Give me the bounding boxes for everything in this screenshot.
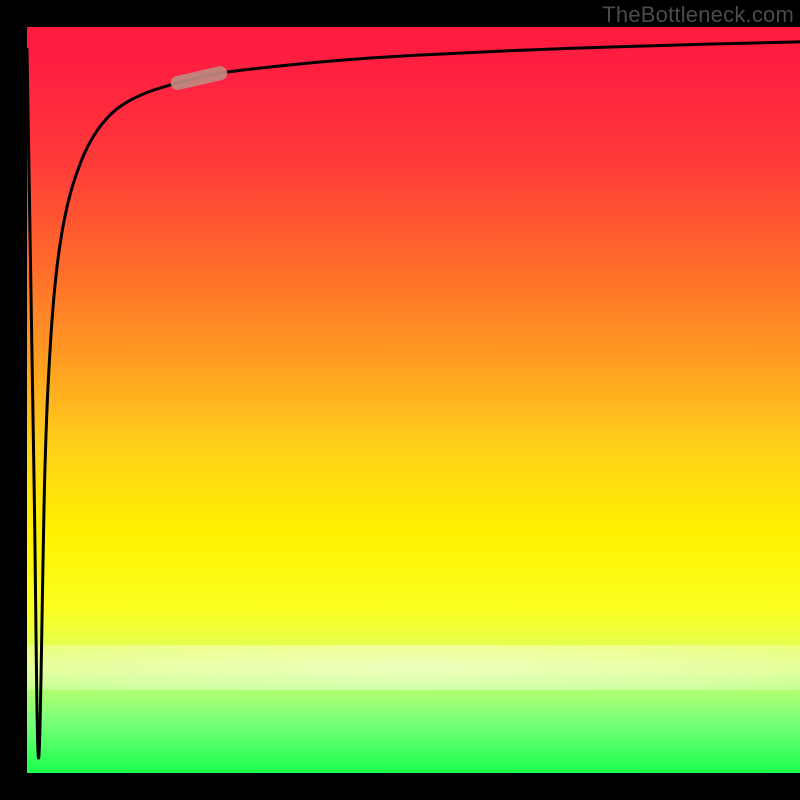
curve-svg [27,27,800,773]
curve-highlight [178,73,221,83]
chart-stage: TheBottleneck.com [0,0,800,800]
bottleneck-curve [27,42,800,758]
watermark-text: TheBottleneck.com [602,2,794,28]
